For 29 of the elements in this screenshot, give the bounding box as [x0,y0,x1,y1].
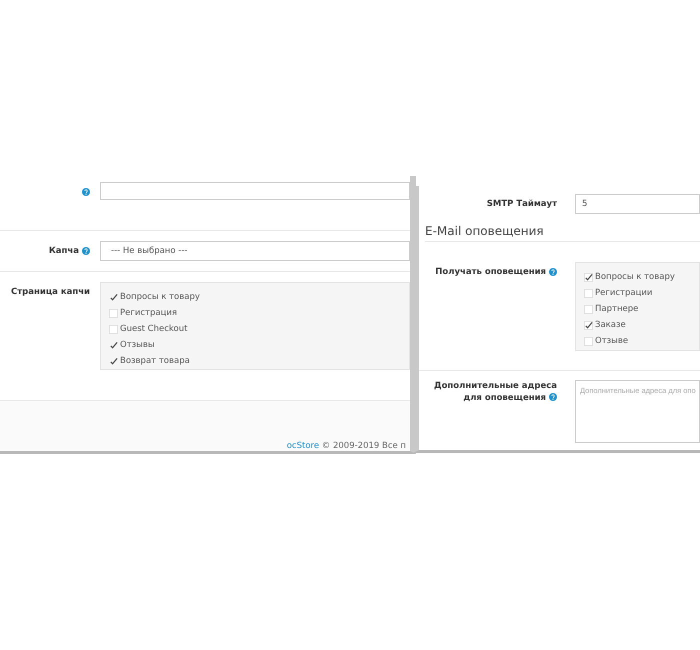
field-label: Получать оповещения [435,267,546,277]
checkbox-label: Регистрации [595,288,652,298]
checkbox-label: Возврат товара [120,356,190,366]
checkbox-label: Guest Checkout [120,324,188,334]
checkbox[interactable] [584,272,593,282]
field-label: SMTP Таймаут [486,199,557,209]
help-icon [549,393,557,401]
checkbox[interactable] [109,292,118,302]
checkbox[interactable] [584,320,593,330]
field-label: Дополнительные адреса для оповещения [433,380,557,404]
field-label: Капча [48,246,79,256]
select-field[interactable]: --- Не выбрано --- [100,241,410,261]
help-icon [82,188,90,196]
field-label: Страница капчи [11,287,90,297]
checkbox-label: Вопросы к товару [595,272,675,282]
input-field[interactable] [100,182,410,200]
help-icon [549,268,557,276]
checkbox-label: Регистрация [120,308,177,318]
section-title: E-Mail оповещения [425,220,700,242]
checkbox-label: Отзывы [120,340,155,350]
checkbox[interactable] [109,340,118,350]
copyright-text: © 2009-2019 Все п [322,441,406,451]
checkbox-label: Отзыве [595,336,628,346]
checkbox-label: Партнере [595,304,638,314]
input-field[interactable]: 5 [575,194,700,214]
help-icon [82,247,90,255]
checkbox-label: Заказе [595,320,626,330]
checkbox-label: Вопросы к товару [120,292,200,302]
checkbox[interactable] [109,356,118,366]
